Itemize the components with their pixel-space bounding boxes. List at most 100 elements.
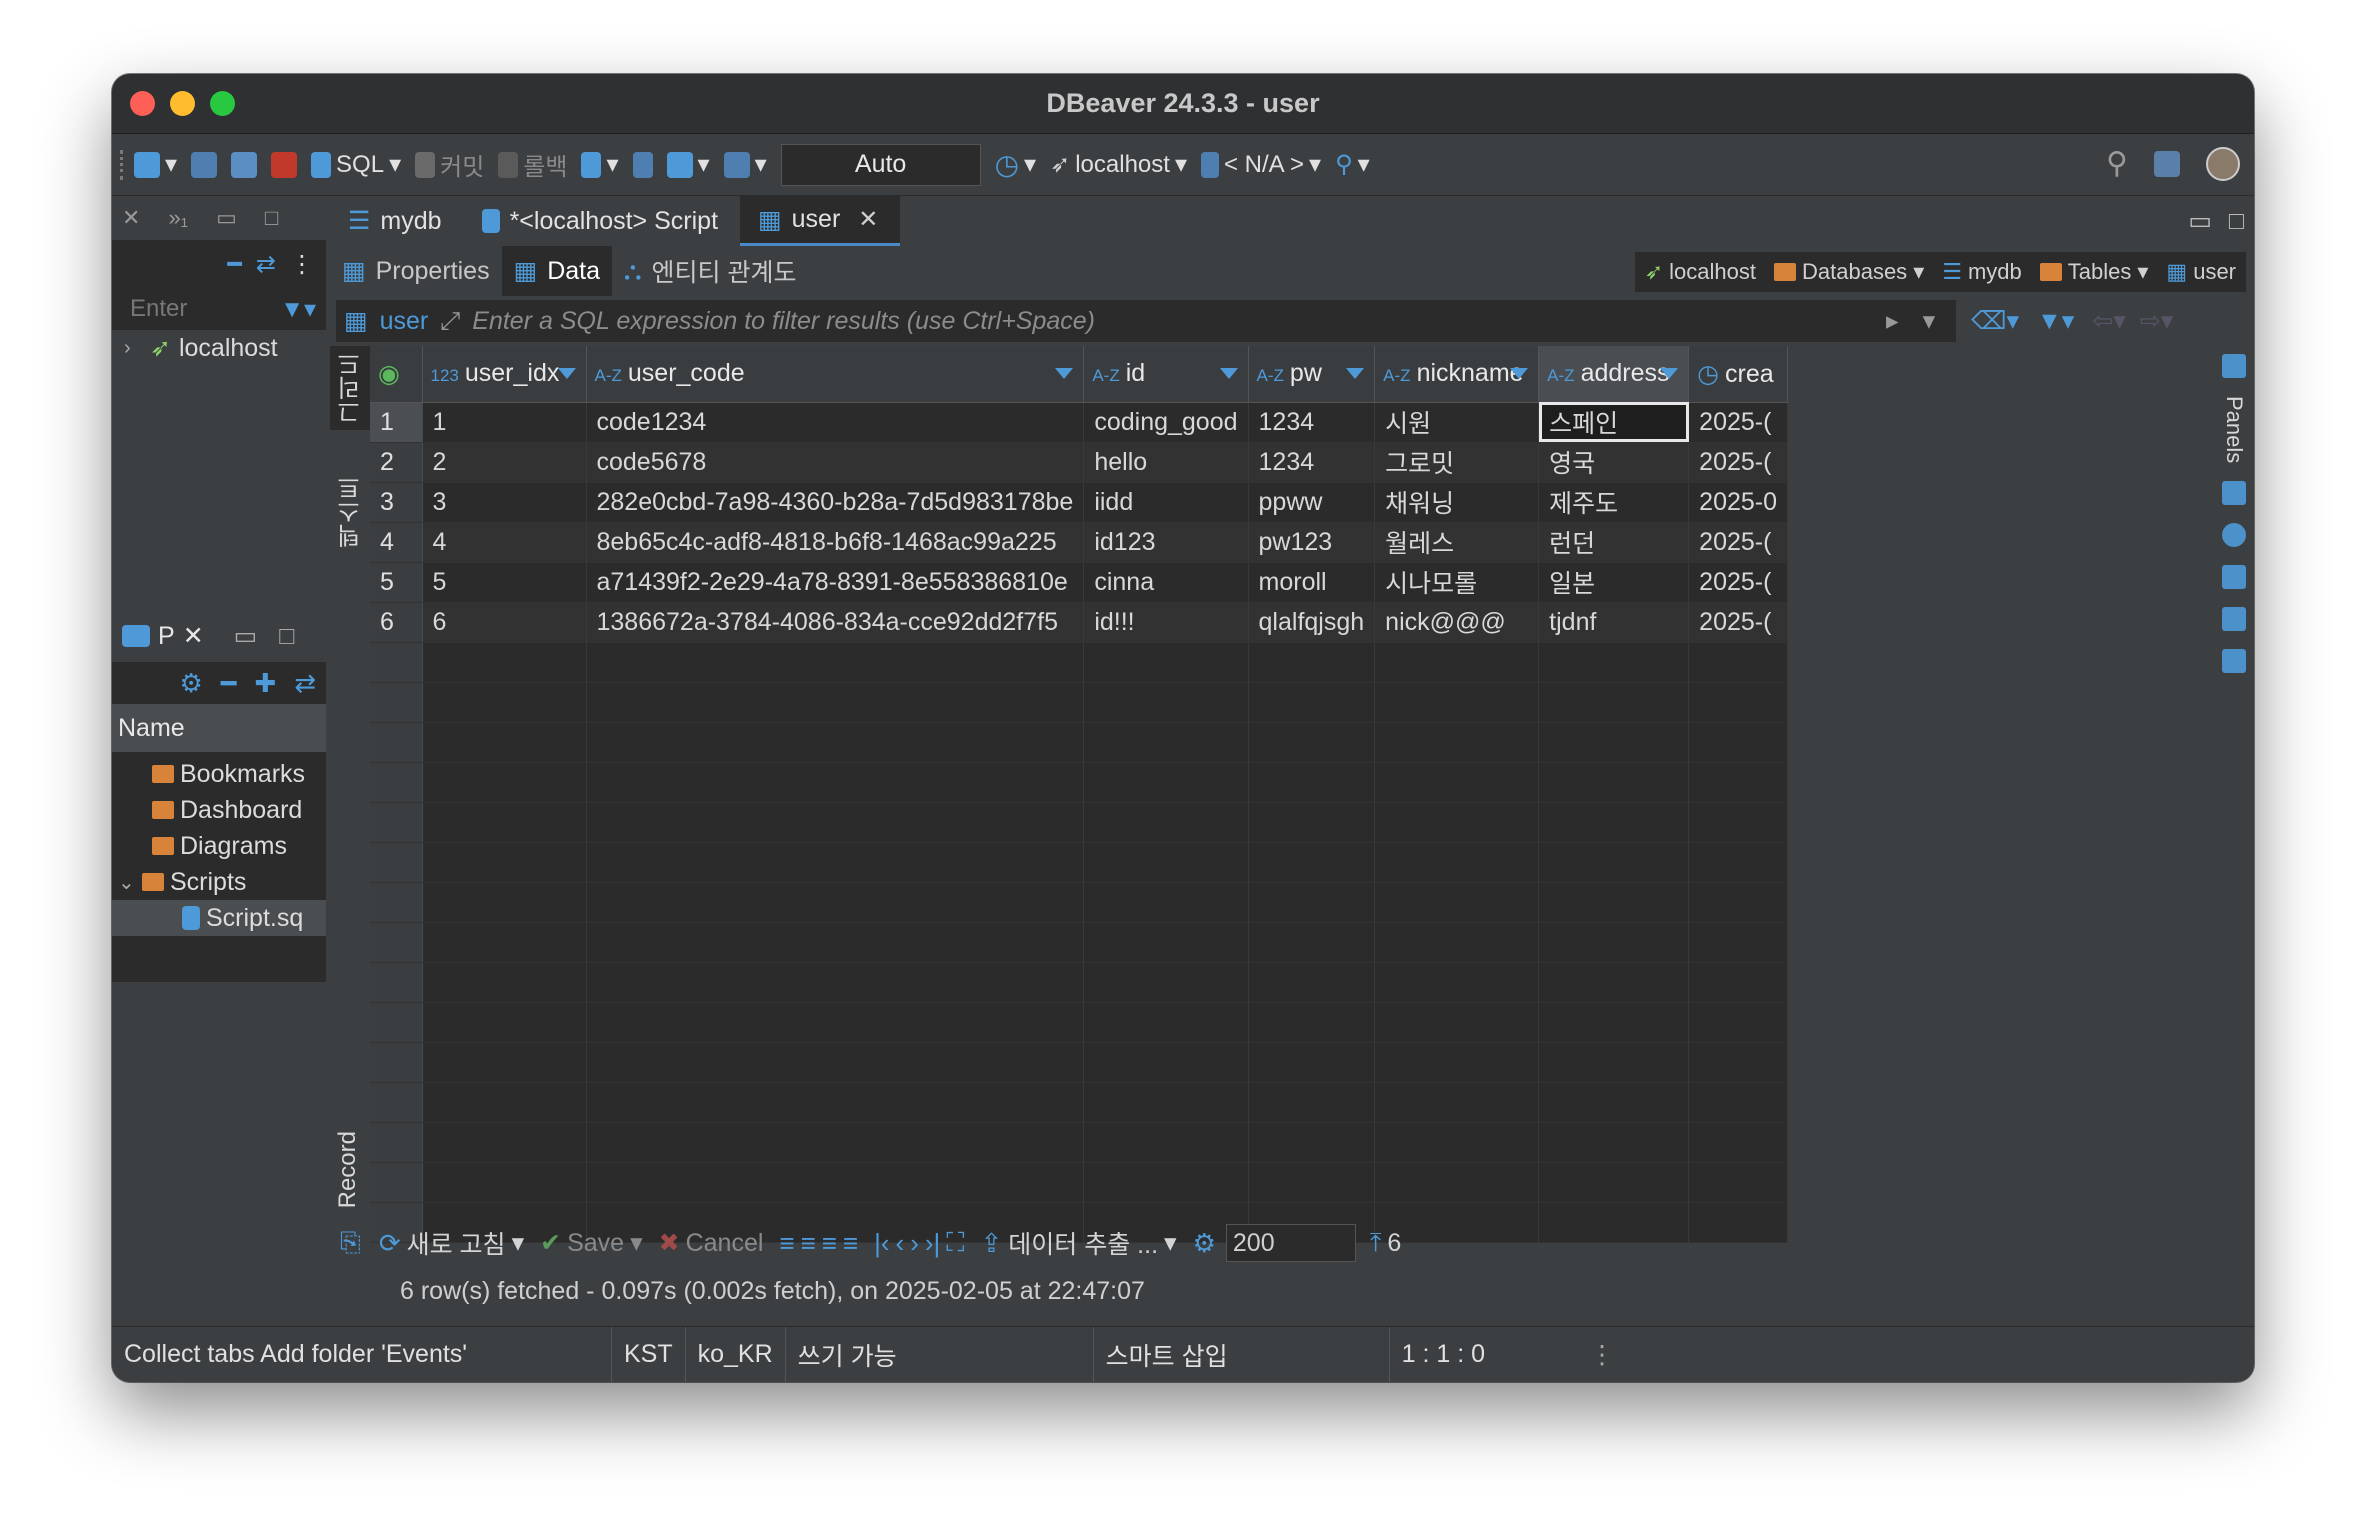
grouping-icon[interactable] [2222, 607, 2246, 632]
tab-user[interactable]: ▦ user ✕ [740, 196, 901, 246]
next-icon[interactable]: › [910, 1228, 919, 1259]
maximize-icon[interactable]: □ [265, 205, 278, 231]
column-header-nickname[interactable]: A-Z nickname [1374, 346, 1540, 403]
reconnect-button[interactable] [231, 151, 258, 178]
global-search-icon[interactable]: ⚲ [2106, 146, 2128, 181]
close-window-button[interactable] [130, 91, 155, 116]
table-row[interactable]: 1 1 code1234 coding_good 1234 시원 스페인 2025-( [370, 402, 1789, 443]
calc-icon[interactable] [2222, 565, 2246, 590]
tasks-button[interactable]: ▾ [723, 150, 767, 179]
editing-cell[interactable]: 스페인 [1538, 402, 1690, 443]
table-row[interactable]: 5 5 a71439f2-2e29-4a78-8391-8e558386810e c… [370, 562, 1789, 603]
delete-row-icon[interactable]: ≡ [843, 1228, 858, 1259]
sql-editor-button[interactable]: SQL ▾ [311, 150, 401, 179]
list-item[interactable]: Script.sq [112, 900, 326, 936]
zoom-window-button[interactable] [210, 91, 235, 116]
table-row[interactable]: 3 3 282e0cbd-7a98-4360-b28a-7d5d983178be i… [370, 482, 1789, 523]
list-item[interactable]: Diagrams [112, 828, 326, 864]
avatar[interactable] [2206, 146, 2240, 181]
edit-row-icon[interactable]: ≡ [779, 1228, 794, 1259]
apply-filter-icon[interactable]: ▸ [1886, 306, 1899, 336]
tab-record[interactable]: Record [330, 1125, 366, 1214]
tab-er-diagram[interactable]: ⛬ 엔티티 관계도 [612, 246, 808, 296]
tab-properties[interactable]: ▦ Properties [330, 246, 502, 296]
perspective-icon[interactable] [2154, 150, 2180, 177]
chevron-down-icon[interactable] [1660, 368, 1679, 379]
breadcrumb-mydb[interactable]: ☰ mydb [1942, 259, 2022, 285]
projects-tab[interactable]: P ✕ ▭ □ [112, 610, 326, 662]
status-locale[interactable]: ko_KR [686, 1326, 786, 1382]
disconnect-button[interactable] [271, 151, 298, 178]
minimize-window-button[interactable] [170, 91, 195, 116]
refresh-button[interactable]: ⟳ 새로 고침 ▾ [379, 1225, 524, 1261]
panels-label[interactable]: Panels [2221, 396, 2247, 463]
minimize-icon[interactable]: ▭ [234, 621, 258, 651]
active-schema-selector[interactable]: < N/A > ▾ [1200, 150, 1321, 179]
rollback-button[interactable]: 롤백 [498, 147, 567, 182]
history-button[interactable]: ◷ ▾ [995, 148, 1036, 181]
breadcrumb-tables[interactable]: Tables ▾ [2039, 259, 2148, 285]
navigator-tab-icon[interactable]: »₁ [168, 205, 188, 231]
link-editor-icon[interactable]: ⇄ [256, 250, 276, 279]
close-icon[interactable]: ✕ [183, 621, 204, 651]
breadcrumb-user[interactable]: ▦ user [2166, 259, 2236, 285]
transaction-log-button[interactable]: ▾ [581, 150, 619, 179]
chevron-down-icon[interactable] [1219, 368, 1238, 379]
status-timezone[interactable]: KST [612, 1326, 686, 1382]
collapse-all-icon[interactable]: ━ [227, 250, 241, 279]
filter-icon[interactable]: ▼▾ [280, 295, 316, 324]
lock-button[interactable] [632, 151, 653, 178]
minimize-icon[interactable]: ▭ [216, 205, 237, 231]
tab-data[interactable]: ▦ Data [501, 246, 613, 296]
previous-icon[interactable]: ‹ [896, 1228, 905, 1259]
record-mode-icon[interactable]: ⎘ [340, 1227, 361, 1259]
connect-button[interactable] [191, 151, 218, 178]
save-button[interactable]: ✔ Save ▾ [540, 1228, 643, 1258]
link-icon[interactable]: ⇄ [294, 668, 316, 699]
cancel-button[interactable]: ✖ Cancel [659, 1228, 764, 1258]
column-header-user_idx[interactable]: 123 user_idx [422, 346, 587, 403]
collapse-icon[interactable]: ━ [221, 668, 237, 699]
breadcrumb-databases[interactable]: Databases ▾ [1774, 259, 1924, 285]
references-icon[interactable] [2222, 649, 2246, 674]
chevron-down-icon[interactable] [557, 368, 576, 379]
minimize-icon[interactable]: ▭ [2188, 206, 2212, 236]
copy-row-icon[interactable]: ≡ [822, 1228, 837, 1259]
navigator-filter-input[interactable]: Enter [130, 295, 187, 323]
table-row[interactable]: 2 2 code5678 hello 1234 그로밋 영국 2025-( [370, 442, 1789, 483]
navigator-filter[interactable]: Enter ▼▾ [112, 288, 326, 330]
column-header-id[interactable]: A-Z id [1083, 346, 1249, 403]
new-connection-button[interactable]: ▾ [134, 150, 177, 179]
metadata-icon[interactable] [2222, 523, 2246, 548]
chevron-down-icon[interactable] [1346, 368, 1365, 379]
close-icon[interactable]: ✕ [858, 205, 878, 234]
filter-input[interactable]: ▦ user ⤢ Enter a SQL expression to filte… [336, 300, 1956, 342]
gear-icon[interactable]: ⚙ [179, 668, 202, 699]
filter-history-icon[interactable]: ▾ [1923, 306, 1936, 336]
first-page-icon[interactable]: |‹ [874, 1228, 889, 1259]
add-row-icon[interactable]: ≡ [801, 1228, 816, 1259]
back-icon[interactable]: ⇦▾ [2092, 306, 2126, 336]
fetch-size-input[interactable]: 200 [1225, 1224, 1356, 1262]
dashboard-button[interactable]: ▾ [666, 150, 710, 179]
list-item[interactable]: Bookmarks [112, 756, 326, 792]
value-viewer-icon[interactable] [2222, 481, 2246, 506]
forward-icon[interactable]: ⇨▾ [2140, 306, 2174, 336]
column-header-pw[interactable]: A-Z pw [1248, 346, 1376, 403]
add-icon[interactable]: ✚ [254, 668, 276, 699]
chevron-down-icon[interactable]: ⌄ [118, 870, 136, 895]
gear-icon[interactable]: ⚙ [1193, 1228, 1216, 1259]
transaction-mode-selector[interactable]: Auto [780, 143, 981, 186]
list-item[interactable]: Dashboard [112, 792, 326, 828]
expand-icon[interactable]: ⤢ [440, 307, 460, 336]
list-item[interactable]: ⌄ Scripts [112, 864, 326, 900]
more-options-icon[interactable]: ⋮ [1590, 1340, 1615, 1370]
maximize-icon[interactable]: □ [279, 622, 294, 651]
commit-button[interactable]: 커밋 [415, 147, 484, 182]
search-toolbar-button[interactable]: ⚲ ▾ [1335, 150, 1370, 179]
maximize-icon[interactable]: □ [2229, 207, 2244, 236]
chevron-down-icon[interactable] [1510, 368, 1529, 379]
more-options-icon[interactable]: ⋮ [290, 250, 314, 279]
active-connection-selector[interactable]: ➶ localhost ▾ [1050, 150, 1187, 179]
last-page-icon[interactable]: ›| [925, 1228, 940, 1259]
